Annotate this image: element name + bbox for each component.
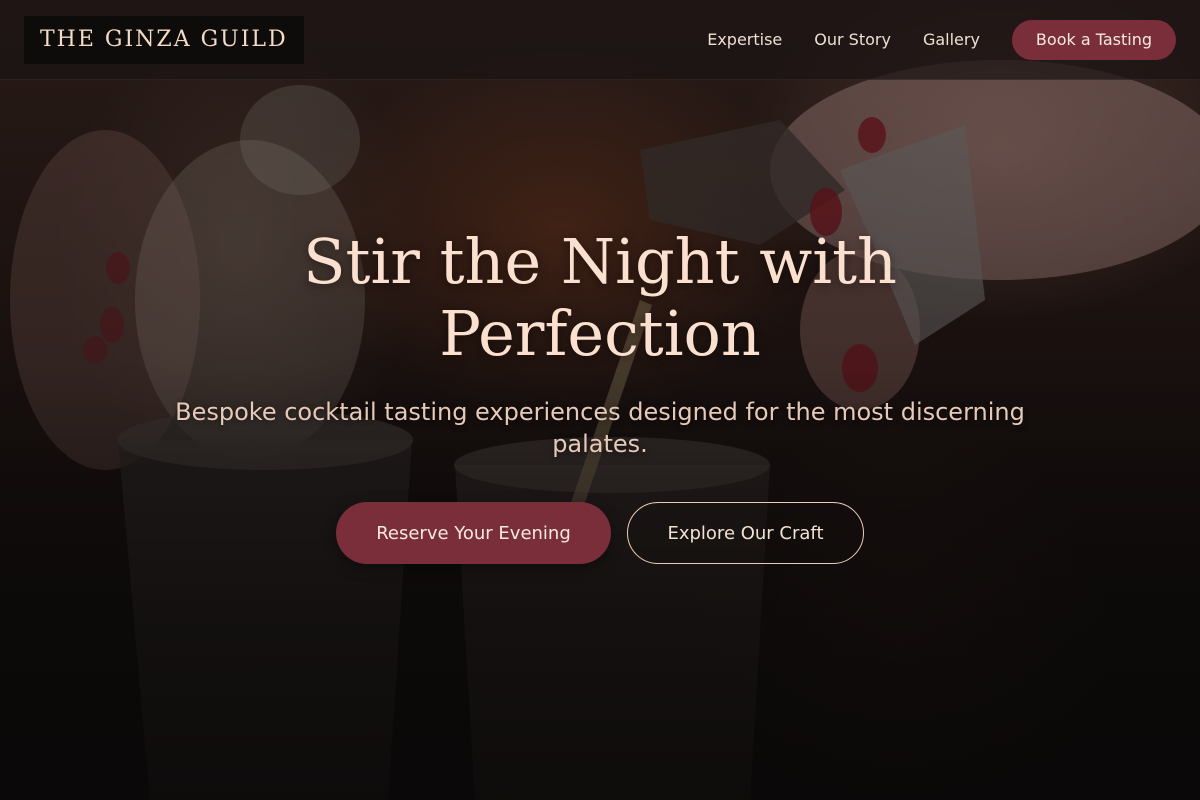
book-tasting-button[interactable]: Book a Tasting xyxy=(1011,19,1176,60)
landing-page: THE GINZA GUILD Expertise Our Story Gall… xyxy=(0,0,1200,800)
hero-section: Stir the Night with Perfection Bespoke c… xyxy=(0,226,1200,564)
explore-craft-button[interactable]: Explore Our Craft xyxy=(627,502,864,564)
nav-link-our-story[interactable]: Our Story xyxy=(814,30,891,49)
main-nav: Expertise Our Story Gallery Book a Tasti… xyxy=(707,19,1176,60)
hero-subtitle: Bespoke cocktail tasting experiences des… xyxy=(175,398,1025,458)
brand-logo[interactable]: THE GINZA GUILD xyxy=(24,15,304,64)
nav-link-expertise[interactable]: Expertise xyxy=(707,30,782,49)
site-header: THE GINZA GUILD Expertise Our Story Gall… xyxy=(0,0,1200,80)
reserve-evening-button[interactable]: Reserve Your Evening xyxy=(336,502,611,564)
nav-link-gallery[interactable]: Gallery xyxy=(923,30,980,49)
hero-title: Stir the Night with Perfection xyxy=(303,225,897,370)
hero-actions: Reserve Your Evening Explore Our Craft xyxy=(336,502,864,564)
